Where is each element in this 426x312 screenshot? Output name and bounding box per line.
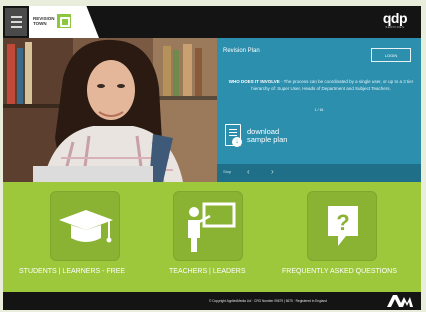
brand-name: qdp (382, 10, 408, 26)
hero-slider: Revision Plan LOGIN WHO DOES IT INVOLVE … (3, 38, 421, 182)
involve-heading: WHO DOES IT INVOLVE (228, 79, 280, 84)
teacher-board-icon (188, 202, 236, 252)
app-frame: REVISION TOWN qdp SERVICES Revision Plan… (3, 6, 421, 310)
top-bar: REVISION TOWN qdp SERVICES (3, 6, 421, 38)
chevron-right-icon[interactable]: › (271, 167, 274, 176)
faq-tile[interactable]: ? (307, 191, 377, 261)
download-line-2: sample plan (247, 135, 288, 144)
students-label[interactable]: STUDENTS | LEARNERS - FREE (19, 268, 125, 275)
footer: © Copyright AppliedMedia Ltd · CRO Numbe… (3, 292, 421, 310)
graduation-cap-icon (59, 210, 113, 243)
logo-text: REVISION TOWN (33, 16, 55, 26)
download-sample-plan-link[interactable]: ↓ download sample plan (225, 124, 305, 152)
hamburger-menu-icon[interactable] (5, 8, 27, 36)
login-button[interactable]: LOGIN (371, 48, 411, 62)
teachers-tile[interactable] (173, 191, 243, 261)
question-mark-icon: ? (328, 206, 358, 246)
faq-label[interactable]: FREQUENTLY ASKED QUESTIONS (282, 268, 397, 275)
slider-controls: Stop ‹ › (217, 164, 421, 182)
slide-counter: 1 / 16 (314, 108, 324, 112)
involve-text: WHO DOES IT INVOLVE - The process can be… (227, 78, 415, 92)
panel-title: Revision Plan (223, 48, 260, 54)
teachers-label[interactable]: TEACHERS | LEADERS (169, 268, 246, 275)
revision-plan-panel: Revision Plan LOGIN WHO DOES IT INVOLVE … (217, 38, 421, 182)
student-photo (3, 38, 217, 182)
logo-mark-icon (57, 14, 71, 28)
qdp-brand-logo[interactable]: qdp SERVICES (382, 10, 408, 29)
chevron-left-icon[interactable]: ‹ (247, 167, 250, 176)
stop-button[interactable]: Stop (223, 169, 231, 174)
revision-town-logo[interactable]: REVISION TOWN (29, 6, 99, 38)
svg-text:?: ? (336, 210, 349, 235)
am-logo-icon[interactable] (387, 295, 413, 307)
document-download-icon: ↓ (225, 124, 242, 147)
audience-section: ? STUDENTS | LEARNERS - FREE TEACHERS | … (3, 182, 421, 292)
download-label: download sample plan (247, 128, 287, 144)
students-tile[interactable] (50, 191, 120, 261)
brand-sub: SERVICES (385, 25, 405, 29)
copyright-text: © Copyright AppliedMedia Ltd · CRO Numbe… (209, 299, 327, 303)
